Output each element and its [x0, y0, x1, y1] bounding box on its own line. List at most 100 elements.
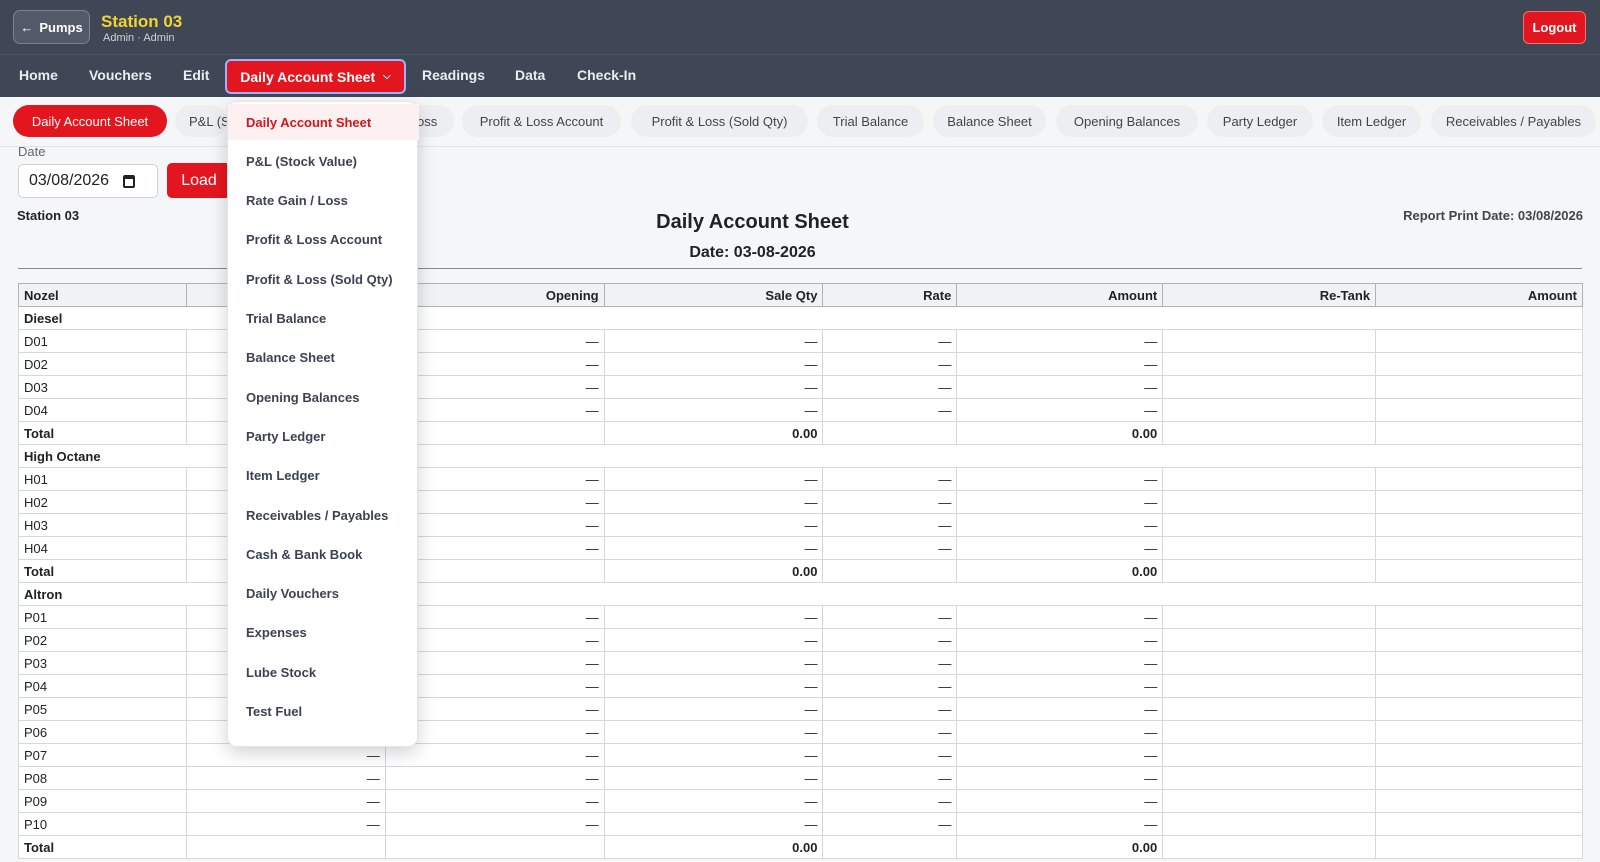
cell-value [1375, 421, 1583, 445]
dropdown-item[interactable]: Daily Account Sheet [228, 104, 419, 140]
cell-value: — [384, 812, 605, 836]
row-label: P05 [18, 697, 187, 721]
cell-value: — [956, 352, 1164, 376]
cell-value: — [956, 536, 1164, 560]
nav-vouchers[interactable]: Vouchers [89, 67, 152, 83]
cell-value: — [822, 651, 958, 675]
cell-value: — [822, 490, 958, 514]
dropdown-item[interactable]: Daily Vouchers [228, 576, 419, 612]
dropdown-item[interactable]: Rate Gain / Loss [228, 183, 419, 219]
tab-item-ledger[interactable]: Item Ledger [1322, 105, 1421, 137]
nav-check-in[interactable]: Check-In [577, 67, 636, 83]
dropdown-item[interactable]: Test Fuel [228, 694, 419, 730]
cell-value: — [956, 789, 1164, 813]
cell-value: — [956, 720, 1164, 744]
cell-value: — [956, 605, 1164, 629]
cell-value: — [603, 720, 824, 744]
dropdown-item[interactable]: Profit & Loss Account [228, 222, 419, 258]
cell-value: — [603, 605, 824, 629]
tab-opening-balances[interactable]: Opening Balances [1056, 105, 1198, 137]
date-input[interactable]: 03/08/2026 [18, 164, 158, 198]
row-label: H04 [18, 536, 187, 560]
logout-button[interactable]: Logout [1523, 11, 1586, 44]
cell-value [1162, 697, 1377, 721]
cell-value [1162, 421, 1377, 445]
dropdown-item[interactable]: Profit & Loss (Sold Qty) [228, 261, 419, 297]
cell-value [1375, 766, 1583, 790]
cell-value: — [956, 651, 1164, 675]
col-header: Rate [822, 283, 958, 307]
cell-value: — [185, 766, 386, 790]
cell-value: — [822, 605, 958, 629]
dropdown-item[interactable]: Cash & Bank Book [228, 536, 419, 572]
cell-value: — [384, 766, 605, 790]
cell-value: — [603, 536, 824, 560]
cell-value [384, 835, 605, 859]
cell-value: 0.00 [956, 559, 1164, 583]
back-to-pumps-button[interactable]: ← Pumps [13, 10, 90, 44]
row-label: D04 [18, 398, 187, 422]
cell-value: — [956, 490, 1164, 514]
cell-value [1162, 720, 1377, 744]
cell-value: — [384, 789, 605, 813]
row-label: H02 [18, 490, 187, 514]
nav-home[interactable]: Home [19, 67, 58, 83]
nav-active-label: Daily Account Sheet [240, 68, 376, 85]
dropdown-item[interactable]: Lube Stock [228, 654, 419, 690]
main-nav: Home Vouchers Edit Daily Account Sheet ⌵… [0, 54, 1600, 97]
nav-data[interactable]: Data [515, 67, 545, 83]
calendar-icon[interactable] [123, 174, 136, 188]
dropdown-item[interactable]: P&L (Stock Value) [228, 143, 419, 179]
cell-value: — [956, 467, 1164, 491]
dropdown-item[interactable]: Balance Sheet [228, 340, 419, 376]
row-label: D03 [18, 375, 187, 399]
row-label: P02 [18, 628, 187, 652]
nav-edit[interactable]: Edit [183, 67, 209, 83]
report-print-date: Report Print Date: 03/08/2026 [1403, 208, 1583, 223]
dropdown-item[interactable]: Expenses [228, 615, 419, 651]
cell-value: — [822, 536, 958, 560]
cell-value [1375, 720, 1583, 744]
cell-value: 0.00 [603, 421, 824, 445]
cell-value: — [603, 513, 824, 537]
row-label: P10 [18, 812, 187, 836]
nav-readings[interactable]: Readings [422, 67, 485, 83]
tab-receivables-payables[interactable]: Receivables / Payables [1431, 105, 1596, 137]
dropdown-item[interactable]: Opening Balances [228, 379, 419, 415]
dropdown-item[interactable]: Party Ledger [228, 418, 419, 454]
load-button[interactable]: Load [167, 163, 231, 198]
row-label: P08 [18, 766, 187, 790]
tab-profit-loss-account[interactable]: Profit & Loss Account [462, 105, 621, 137]
cell-value [1162, 605, 1377, 629]
cell-value: — [956, 674, 1164, 698]
cell-value: — [603, 375, 824, 399]
tab-party-ledger[interactable]: Party Ledger [1207, 105, 1313, 137]
row-label: Total [18, 835, 187, 859]
cell-value [1162, 398, 1377, 422]
cell-value: — [822, 697, 958, 721]
tab-profit-loss-sold-qty[interactable]: Profit & Loss (Sold Qty) [631, 105, 808, 137]
cell-value: — [384, 743, 605, 767]
cell-value [1375, 536, 1583, 560]
dropdown-item[interactable]: Trial Balance [228, 301, 419, 337]
report-dropdown-menu: Daily Account Sheet P&L (Stock Value) Rate… [227, 101, 419, 747]
dropdown-item[interactable]: Receivables / Payables [228, 497, 419, 533]
row-label: Total [18, 421, 187, 445]
tab-balance-sheet[interactable]: Balance Sheet [933, 105, 1046, 137]
dropdown-item[interactable]: Item Ledger [228, 458, 419, 494]
tab-pl-stock-value[interactable]: P&L (S [175, 105, 227, 137]
cell-value [1375, 835, 1583, 859]
cell-value: — [603, 743, 824, 767]
row-label: P06 [18, 720, 187, 744]
cell-value: — [822, 720, 958, 744]
cell-value [1162, 559, 1377, 583]
cell-value [822, 421, 958, 445]
nav-daily-account-sheet[interactable]: Daily Account Sheet ⌵ [225, 59, 406, 94]
total-row: Total 0.00 0.00 [18, 835, 1583, 859]
tab-daily-account-sheet[interactable]: Daily Account Sheet [13, 105, 167, 137]
cell-value: — [603, 812, 824, 836]
tab-trial-balance[interactable]: Trial Balance [817, 105, 924, 137]
table-row: P10— — — — — [18, 812, 1583, 836]
cell-value [1162, 628, 1377, 652]
report-date: Date: 03-08-2026 [689, 244, 816, 261]
